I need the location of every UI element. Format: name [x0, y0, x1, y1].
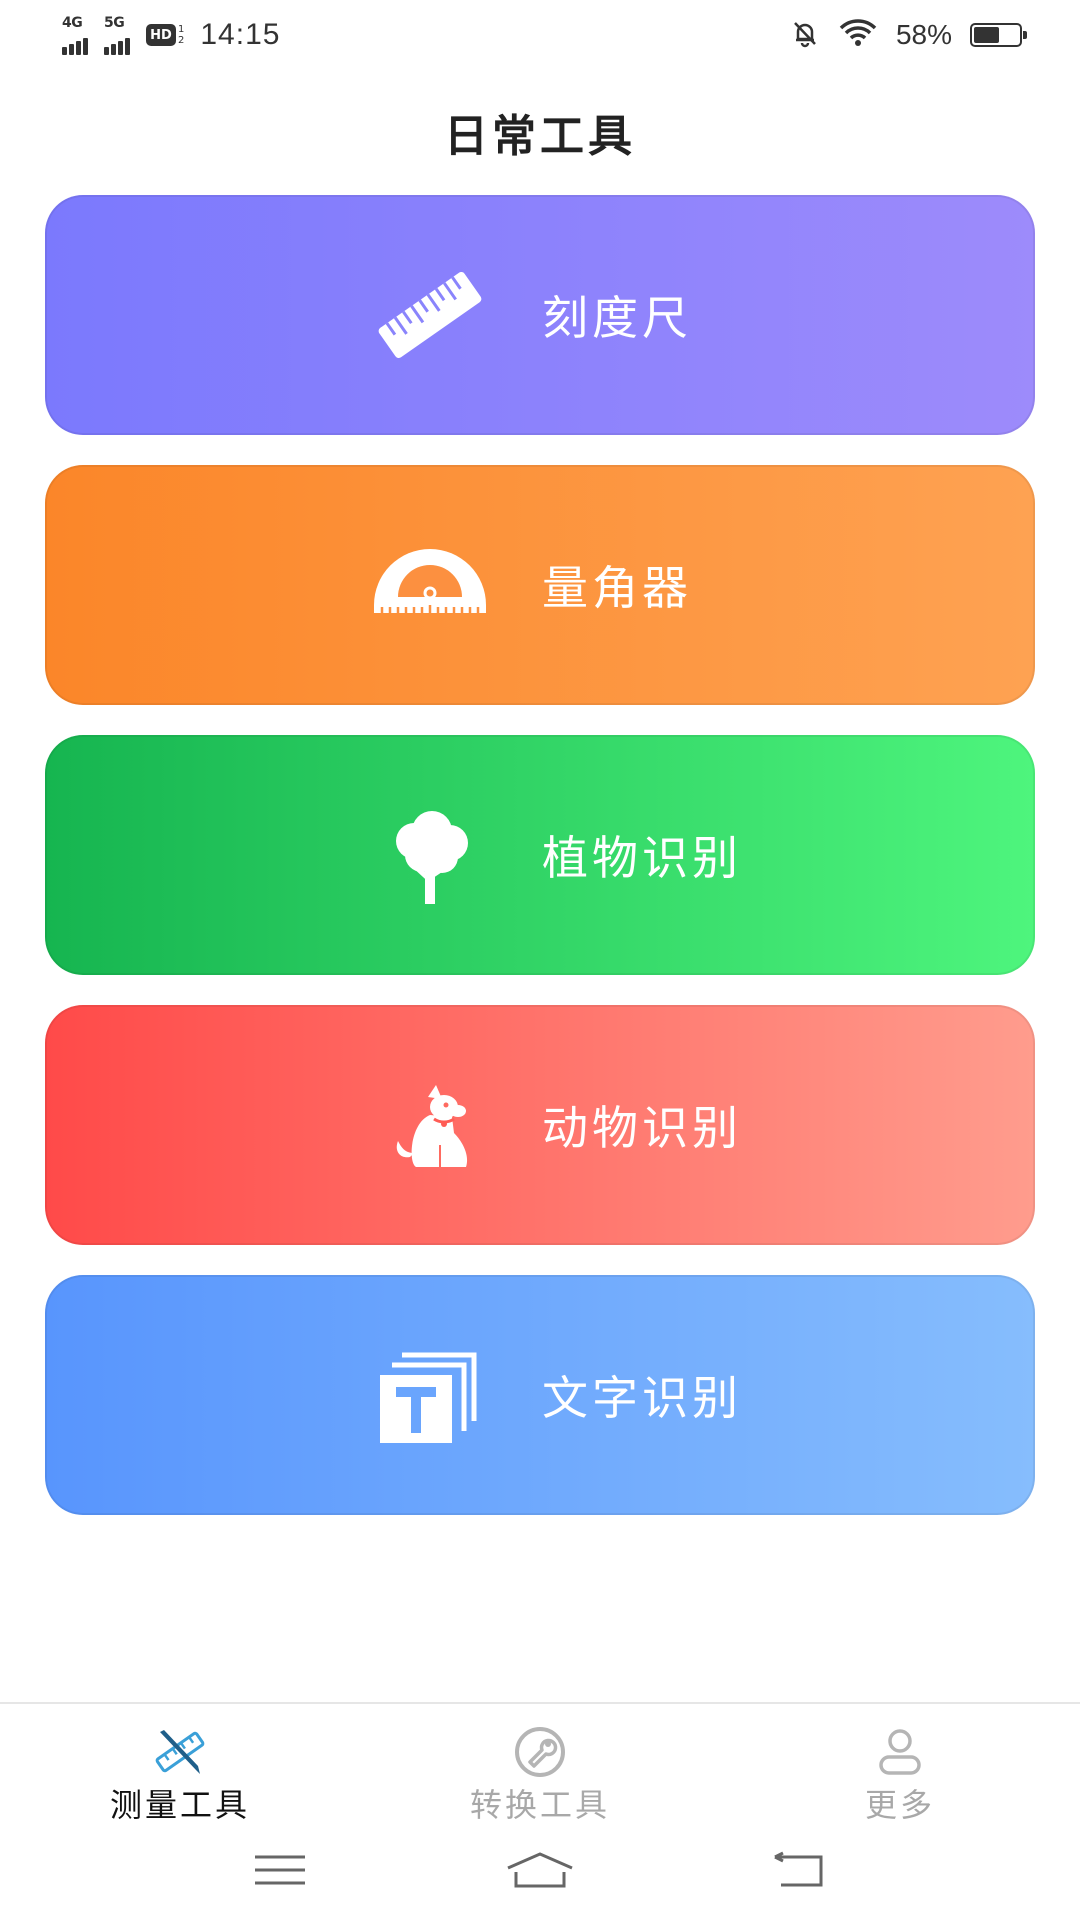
wifi-icon [838, 18, 878, 52]
hd-voice-icon: HD 1 2 [146, 24, 184, 46]
status-left: 4G 5G HD 1 2 14:15 [62, 15, 280, 55]
tool-card-text[interactable]: 文字识别 [45, 1275, 1035, 1515]
user-icon [870, 1726, 930, 1778]
tab-measure-tools[interactable]: 测量工具 [0, 1704, 360, 1834]
tool-label-ruler: 刻度尺 [542, 291, 692, 345]
battery-icon [970, 23, 1027, 47]
system-nav-bar [0, 1840, 1080, 1900]
measure-tools-icon [150, 1726, 210, 1778]
tab-label-more: 更多 [864, 1786, 935, 1824]
tool-card-ruler[interactable]: 刻度尺 [45, 195, 1035, 435]
status-right: 58% [790, 18, 1027, 52]
dog-icon [365, 1070, 495, 1180]
tool-card-protractor[interactable]: 量角器 [45, 465, 1035, 705]
network-type-2: 5G [104, 15, 125, 31]
tool-label-text: 文字识别 [542, 1371, 742, 1425]
page-title: 日常工具 [444, 111, 636, 162]
tool-list: 刻度尺 量角器 植物识别 动物识别 文字识别 [45, 195, 1035, 1545]
signal-4g-icon: 4G [62, 15, 88, 55]
tool-card-plant[interactable]: 植物识别 [45, 735, 1035, 975]
tab-label-measure-tools: 测量工具 [109, 1786, 250, 1824]
menu-icon[interactable] [240, 1845, 320, 1895]
signal-5g-icon: 5G [104, 15, 130, 55]
tab-convert-tools[interactable]: 转换工具 [360, 1704, 720, 1834]
protractor-icon [365, 530, 495, 640]
battery-percent: 58% [895, 19, 952, 50]
hd-sub: 1 2 [178, 24, 184, 46]
tab-more[interactable]: 更多 [720, 1704, 1080, 1834]
text-recognition-icon [365, 1340, 495, 1450]
hd-sub-bottom: 2 [178, 35, 185, 46]
home-icon[interactable] [500, 1845, 580, 1895]
clock: 14:15 [200, 18, 281, 51]
wrench-icon [510, 1726, 570, 1778]
screen: 4G 5G HD 1 2 14:15 58% 日常工具 刻度尺 量角器 植物识别… [0, 0, 1080, 1920]
network-type-1: 4G [62, 15, 83, 31]
tool-label-plant: 植物识别 [542, 831, 742, 885]
tree-icon [365, 800, 495, 910]
tool-label-animal: 动物识别 [542, 1101, 742, 1155]
bottom-tab-bar: 测量工具 转换工具 更多 [0, 1702, 1080, 1834]
tool-label-protractor: 量角器 [542, 561, 692, 615]
hd-sub-top: 1 [178, 24, 185, 35]
tab-label-convert-tools: 转换工具 [469, 1786, 610, 1824]
ruler-icon [365, 260, 495, 370]
status-bar: 4G 5G HD 1 2 14:15 58% [0, 0, 1080, 70]
mute-bell-icon [790, 18, 820, 52]
back-icon[interactable] [760, 1845, 840, 1895]
tool-card-animal[interactable]: 动物识别 [45, 1005, 1035, 1245]
battery-fill [974, 27, 999, 43]
hd-badge: HD [146, 24, 176, 46]
